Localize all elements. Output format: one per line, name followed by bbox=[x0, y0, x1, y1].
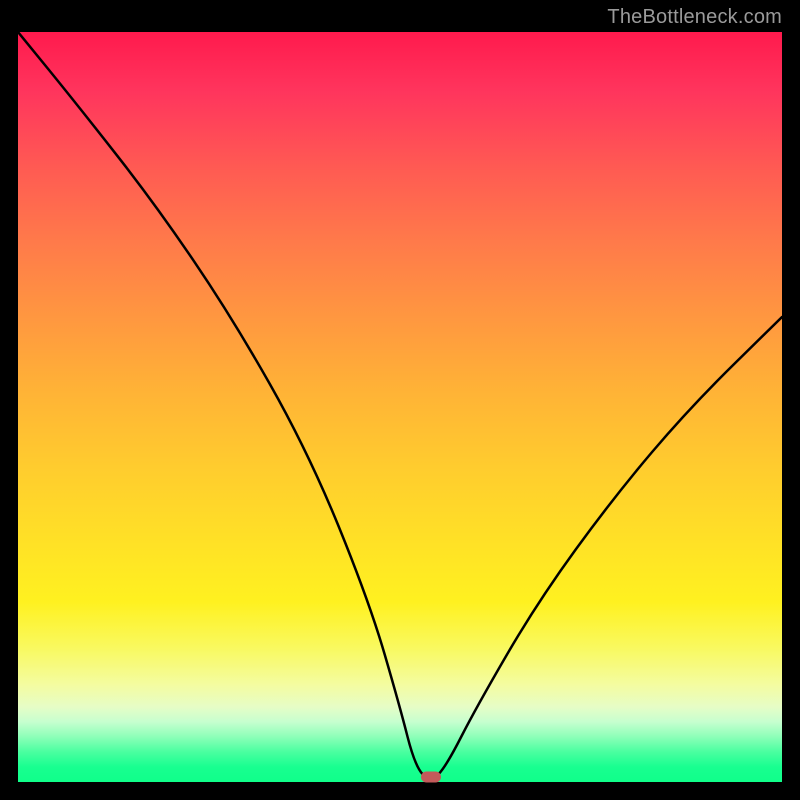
watermark-text: TheBottleneck.com bbox=[607, 6, 782, 29]
chart-frame: TheBottleneck.com bbox=[0, 0, 800, 800]
bottleneck-curve bbox=[18, 32, 782, 782]
curve-path bbox=[18, 32, 782, 778]
plot-area bbox=[18, 32, 782, 782]
minimum-marker bbox=[421, 772, 441, 783]
